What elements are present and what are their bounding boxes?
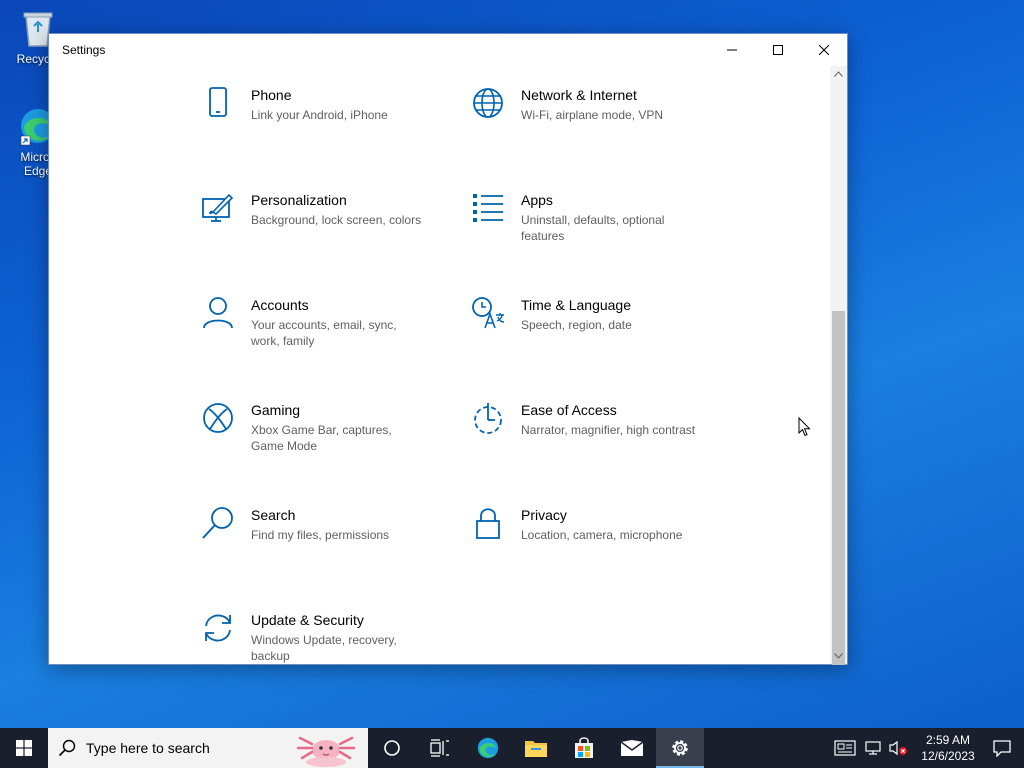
search-placeholder: Type here to search [86,740,210,756]
minimize-button[interactable] [709,34,755,66]
scroll-up-button[interactable] [830,66,847,82]
chevron-down-icon [834,653,843,659]
task-view-icon [430,739,449,757]
tile-name: Search [251,507,296,523]
tile-name: Gaming [251,402,301,418]
globe-icon [473,88,503,118]
cortana-circle-icon [384,740,400,756]
settings-tile-privacy[interactable]: Privacy Location, camera, microphone [471,506,721,586]
store-bag-icon [575,737,593,758]
tile-name: Apps [521,192,553,208]
edge-icon [477,737,499,759]
phone-icon [209,87,227,117]
tile-description: Find my files, permissions [251,528,390,542]
search-icon [58,739,76,757]
tile-description: Wi-Fi, airplane mode, VPN [521,108,664,122]
system-tray: 2:59 AM 12/6/2023 [828,728,1024,768]
taskbar-store-button[interactable] [560,728,608,768]
gear-icon [672,740,688,756]
mouse-cursor-icon [798,417,811,437]
start-button[interactable] [0,728,48,768]
maximize-button[interactable] [755,34,801,66]
settings-tile-update-security[interactable]: Update & Security Windows Update, recover… [201,611,451,664]
settings-tile-accounts[interactable]: Accounts Your accounts, email, sync, work… [201,296,451,376]
tile-name: Time & Language [521,297,631,313]
tile-description: Background, lock screen, colors [251,213,422,227]
settings-tile-phone[interactable]: Phone Link your Android, iPhone [201,86,451,166]
settings-tile-time-language[interactable]: Time & Language Speech, region, date [471,296,721,376]
tile-description: Speech, region, date [521,318,632,332]
news-icon [834,740,856,756]
taskbar-search-box[interactable]: Type here to search [48,728,368,768]
notification-icon [993,739,1011,757]
tile-name: Personalization [251,192,347,208]
minimize-icon [727,49,737,51]
taskbar: Type here to search 2:59 AM 12/6/2023 [0,728,1024,768]
settings-tile-gaming[interactable]: Gaming Xbox Game Bar, captures, Game Mode [201,401,451,481]
network-ethernet-icon [865,741,881,755]
tile-name: Ease of Access [521,402,617,418]
clock-date: 12/6/2023 [921,749,975,763]
scroll-thumb[interactable] [832,311,845,665]
taskbar-file-explorer-button[interactable] [512,728,560,768]
paint-icon [202,193,234,222]
close-button[interactable] [801,34,847,66]
settings-tile-apps[interactable]: Apps Uninstall, defaults, optional featur… [471,191,721,271]
settings-window: Settings Phone Link your Android, iPhone … [48,33,848,665]
taskbar-settings-button[interactable] [656,728,704,768]
windows-logo-icon [16,740,32,756]
settings-tile-personalization[interactable]: Personalization Background, lock screen, … [201,191,451,271]
tile-name: Network & Internet [521,87,637,103]
clock-time: 2:59 AM [925,733,971,747]
settings-tile-search[interactable]: Search Find my files, permissions [201,506,451,586]
cortana-button[interactable] [368,728,416,768]
news-widget-button[interactable] [828,728,862,768]
vertical-scrollbar[interactable] [830,66,847,665]
mail-envelope-icon [620,740,644,756]
search-highlight-axolotl-icon [296,736,356,767]
tile-name: Phone [251,87,292,103]
settings-content: Phone Link your Android, iPhone Network &… [49,66,830,664]
tile-name: Accounts [251,297,309,313]
tile-description: Link your Android, iPhone [251,108,388,122]
search-icon [202,507,233,539]
sync-icon [205,614,231,642]
person-icon [203,297,233,329]
taskbar-clock[interactable]: 2:59 AM 12/6/2023 [916,732,980,764]
taskbar-mail-button[interactable] [608,728,656,768]
tile-description: Your accounts, email, sync, work, family [251,318,397,348]
tile-name: Update & Security [251,612,364,628]
task-view-button[interactable] [416,728,464,768]
close-icon [819,45,829,55]
scroll-down-button[interactable] [830,648,847,664]
settings-tile-network[interactable]: Network & Internet Wi-Fi, airplane mode, … [471,86,721,166]
network-tray-button[interactable] [862,728,886,768]
lock-icon [476,508,500,539]
xbox-icon [203,403,233,433]
volume-muted-icon [889,740,907,756]
folder-icon [525,741,547,757]
tile-name: Privacy [521,507,567,523]
chevron-up-icon [834,71,843,77]
tile-description: Uninstall, defaults, optional features [521,213,665,243]
time-language-icon [472,297,505,329]
ease-of-access-icon [474,403,502,434]
action-center-button[interactable] [980,728,1024,768]
maximize-icon [773,45,783,55]
title-bar[interactable]: Settings [49,34,847,66]
settings-tile-ease-of-access[interactable]: Ease of Access Narrator, magnifier, high … [471,401,721,481]
tile-description: Xbox Game Bar, captures, Game Mode [251,423,392,453]
volume-tray-button[interactable] [886,728,910,768]
tile-description: Windows Update, recovery, backup [251,633,397,663]
tile-description: Narrator, magnifier, high contrast [521,423,696,437]
tile-description: Location, camera, microphone [521,528,683,542]
taskbar-edge-button[interactable] [464,728,512,768]
window-title: Settings [62,43,106,57]
apps-list-icon [473,194,503,222]
